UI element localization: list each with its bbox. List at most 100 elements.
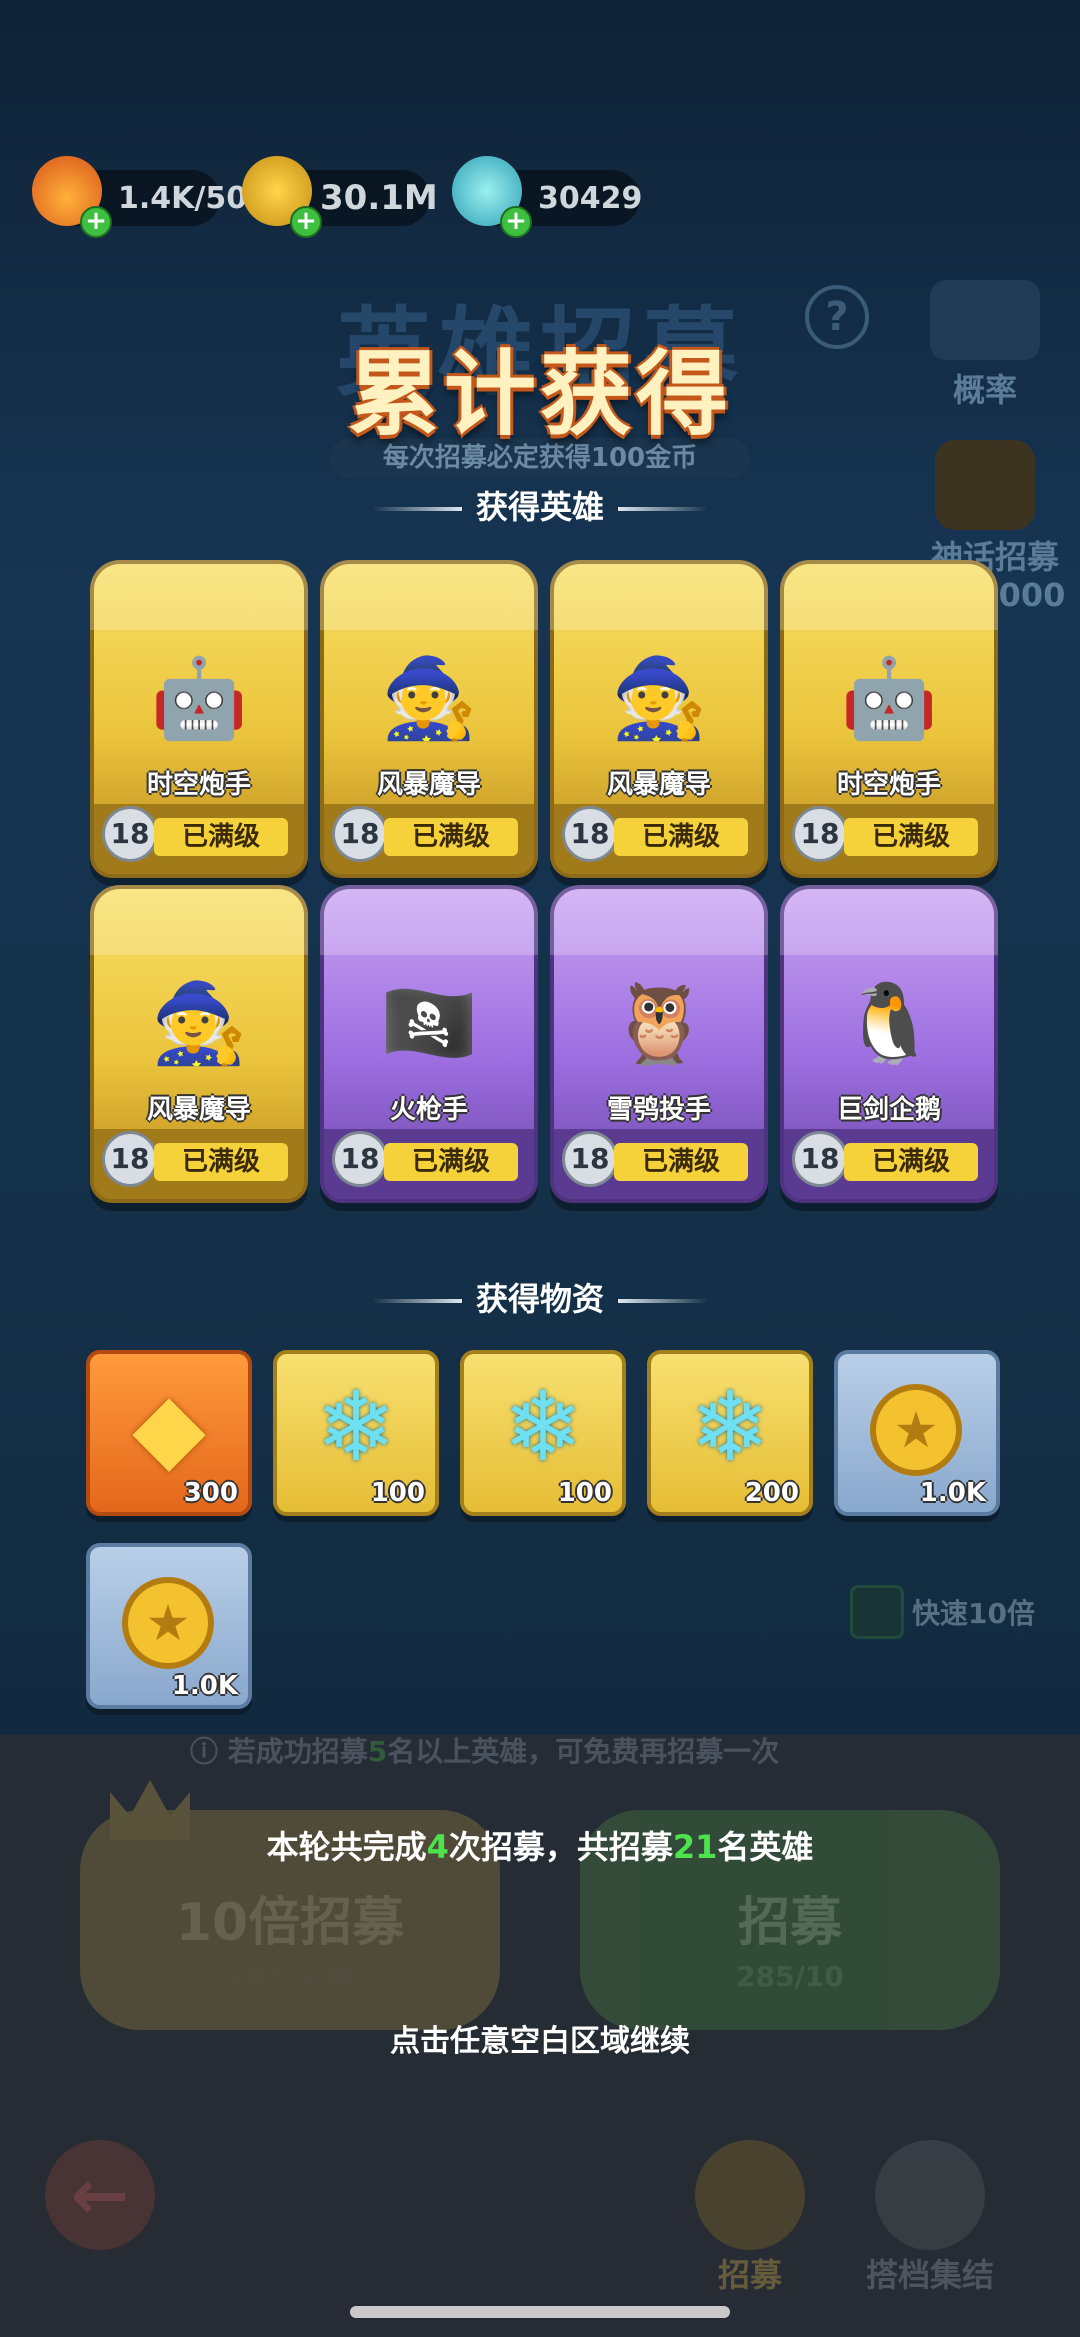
- nav-gather-label: 搭档集结: [865, 2256, 994, 2294]
- resource-value: 1.4K/50: [118, 180, 248, 216]
- item-tile[interactable]: ❄ 100: [273, 1350, 439, 1516]
- fast-label: 快速10倍: [912, 1597, 1035, 1630]
- item-tile[interactable]: ★ 1.0K: [86, 1543, 252, 1709]
- hero-level: 18: [792, 806, 848, 862]
- hero-status: 已满级: [614, 1143, 748, 1181]
- wizard-icon: 🧙: [150, 978, 248, 1069]
- penguin-icon: 🐧: [840, 978, 938, 1069]
- hero-name: 火枪手: [389, 1095, 468, 1125]
- resource-coin[interactable]: + 30.1M: [242, 156, 438, 238]
- item-tile[interactable]: ◆ 300: [86, 1350, 252, 1516]
- item-tile[interactable]: ★ 1.0K: [834, 1350, 1000, 1516]
- section-label: 获得物资: [475, 1280, 604, 1318]
- hero-level-bar: 18 已满级: [554, 1129, 764, 1199]
- musketeer-icon: 🏴‍☠️: [380, 978, 478, 1069]
- coin-icon: ★: [870, 1384, 962, 1476]
- owl-icon: 🦉: [610, 978, 708, 1069]
- card-cap: [320, 560, 538, 630]
- wizard-icon: 🧙: [380, 653, 478, 744]
- gunner-icon: 🤖: [840, 653, 938, 744]
- hero-status: 已满级: [844, 818, 978, 856]
- card-cap: [780, 885, 998, 955]
- nav-gather[interactable]: 搭档集结: [850, 2140, 1010, 2296]
- hero-level: 18: [562, 806, 618, 862]
- hero-status: 已满级: [154, 1143, 288, 1181]
- back-arrow-icon: ←: [70, 2154, 130, 2236]
- hero-level-bar: 18 已满级: [784, 804, 994, 874]
- divider: [618, 1299, 708, 1303]
- add-icon[interactable]: +: [290, 206, 322, 238]
- hero-level-bar: 18 已满级: [94, 804, 304, 874]
- recruit-cost: 285/10: [736, 1960, 844, 1993]
- snowflake-crystal-icon: ❄: [315, 1371, 397, 1483]
- items-section-header: 获得物资: [0, 1274, 1080, 1320]
- snowflake-crystal-icon: ❄: [689, 1371, 771, 1483]
- hero-status: 已满级: [384, 1143, 518, 1181]
- section-label: 获得英雄: [475, 488, 604, 526]
- resource-value: 30.1M: [320, 178, 438, 218]
- hero-card[interactable]: 🧙 风暴魔导 18 已满级: [320, 560, 538, 878]
- home-indicator[interactable]: [350, 2306, 730, 2318]
- hero-level: 18: [102, 1131, 158, 1187]
- snowflake-crystal-icon: ❄: [502, 1371, 584, 1483]
- hero-card[interactable]: 🏴‍☠️ 火枪手 18 已满级: [320, 885, 538, 1203]
- hero-name: 风暴魔导: [376, 770, 481, 800]
- divider: [618, 507, 708, 511]
- item-quantity: 1.0K: [171, 1671, 238, 1701]
- item-tile[interactable]: ❄ 100: [460, 1350, 626, 1516]
- gunner-icon: 🤖: [150, 653, 248, 744]
- recruit-label: 招募: [737, 1893, 842, 1953]
- card-cap: [550, 560, 768, 630]
- nav-recruit[interactable]: 招募: [690, 2140, 810, 2296]
- hero-status: 已满级: [844, 1143, 978, 1181]
- hero-level: 18: [102, 806, 158, 862]
- hero-card[interactable]: 🐧 巨剑企鹅 18 已满级: [780, 885, 998, 1203]
- hero-name: 巨剑企鹅: [836, 1095, 941, 1125]
- heroes-section-header: 获得英雄: [0, 482, 1080, 528]
- hero-card[interactable]: 🧙 风暴魔导 18 已满级: [90, 885, 308, 1203]
- resource-value: 30429: [538, 180, 643, 216]
- hero-level: 18: [562, 1131, 618, 1187]
- hero-level: 18: [332, 1131, 388, 1187]
- card-cap: [550, 885, 768, 955]
- hero-status: 已满级: [614, 818, 748, 856]
- resource-crystal[interactable]: + 30429: [452, 156, 643, 238]
- summary-text: 本轮共完成4次招募，共招募21名英雄: [266, 1828, 814, 1866]
- nav-recruit-label: 招募: [717, 2256, 782, 2294]
- hero-level-bar: 18 已满级: [324, 804, 534, 874]
- resource-flame[interactable]: + 1.4K/50: [32, 156, 247, 238]
- hero-card[interactable]: 🦉 雪鸮投手 18 已满级: [550, 885, 768, 1203]
- card-cap: [90, 560, 308, 630]
- fast-checkbox[interactable]: [850, 1585, 904, 1639]
- item-quantity: 300: [183, 1478, 238, 1508]
- coin-icon: ★: [122, 1577, 214, 1669]
- card-cap: [90, 885, 308, 955]
- item-quantity: 1.0K: [919, 1478, 986, 1508]
- add-icon[interactable]: +: [80, 206, 112, 238]
- back-button[interactable]: ←: [45, 2140, 155, 2250]
- continue-hint[interactable]: 点击任意空白区域继续: [0, 2016, 1080, 2060]
- info-icon: ⓘ: [190, 1735, 228, 1768]
- hero-status: 已满级: [154, 818, 288, 856]
- add-icon[interactable]: +: [500, 206, 532, 238]
- hero-card[interactable]: 🤖 时空炮手 18 已满级: [90, 560, 308, 878]
- hero-level-bar: 18 已满级: [554, 804, 764, 874]
- paw-icon: [875, 2140, 985, 2250]
- card-cap: [320, 885, 538, 955]
- item-tile[interactable]: ❄ 200: [647, 1350, 813, 1516]
- overlay-title: 累计获得: [347, 341, 732, 448]
- hero-name: 风暴魔导: [146, 1095, 251, 1125]
- hero-level-bar: 18 已满级: [784, 1129, 994, 1199]
- summary-times: 4: [426, 1828, 449, 1866]
- item-quantity: 100: [557, 1478, 612, 1508]
- hero-card[interactable]: 🧙 风暴魔导 18 已满级: [550, 560, 768, 878]
- free-recruit-tip: ⓘ 若成功招募5名以上英雄，可免费再招募一次: [190, 1735, 780, 1768]
- divider: [371, 507, 462, 511]
- wizard-icon: 🧙: [610, 653, 708, 744]
- recruit-nav-icon: [695, 2140, 805, 2250]
- ten-recruit-label: 10倍招募: [175, 1893, 405, 1953]
- item-quantity: 100: [370, 1478, 425, 1508]
- gold-crystal-icon: ◆: [132, 1371, 206, 1483]
- summary-count: 21: [672, 1828, 718, 1866]
- hero-card[interactable]: 🤖 时空炮手 18 已满级: [780, 560, 998, 878]
